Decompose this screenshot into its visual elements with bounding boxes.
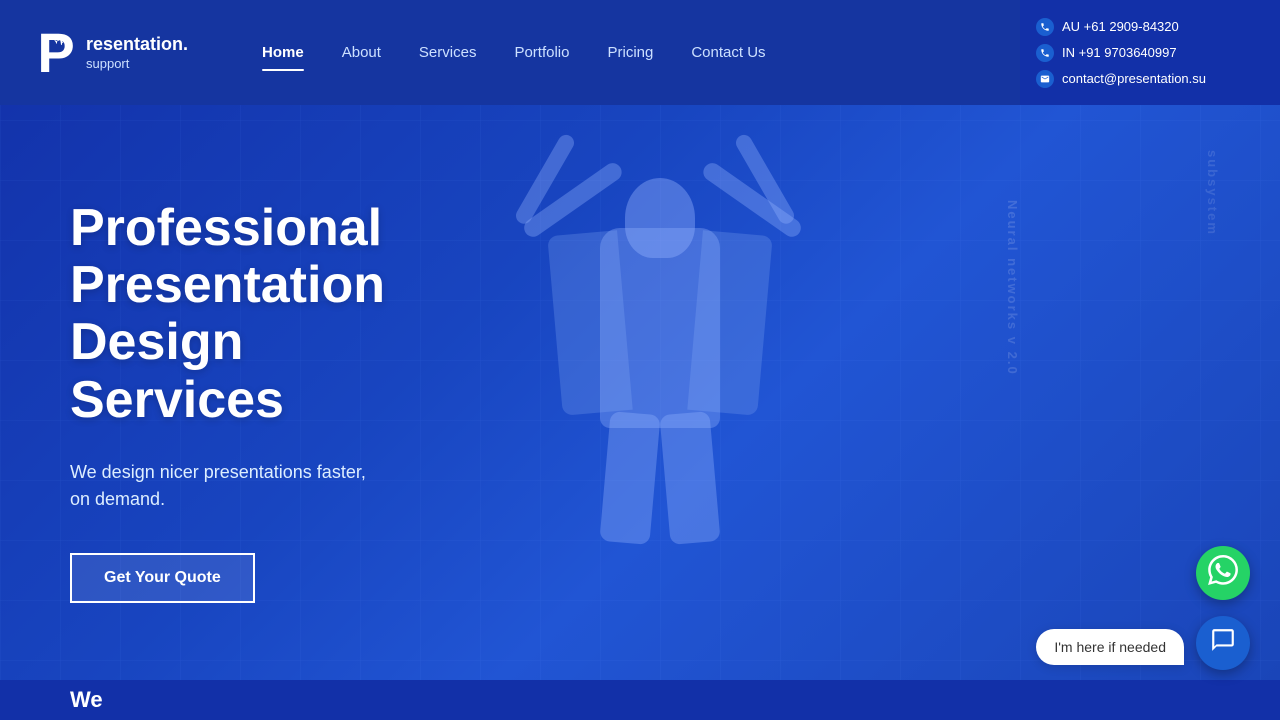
logo-sub: support	[86, 56, 188, 72]
logo-name: Presentationresentation.	[86, 34, 188, 56]
email-text: contact@presentation.su	[1062, 71, 1206, 86]
logo[interactable]: P ✈ Presentationresentation. support	[30, 22, 188, 84]
chat-bubble: I'm here if needed	[1036, 629, 1184, 665]
main-nav: Home About Services Portfolio Pricing Co…	[248, 36, 780, 69]
chat-agent-button[interactable]	[1196, 616, 1250, 670]
header: P ✈ Presentationresentation. support Hom…	[0, 0, 1020, 105]
contact-bar: AU +61 2909-84320 IN +91 9703640997 cont…	[1020, 0, 1280, 105]
au-phone-item[interactable]: AU +61 2909-84320	[1036, 18, 1264, 36]
phone-icon-in	[1036, 44, 1054, 62]
chat-agent-icon	[1210, 627, 1236, 659]
whatsapp-button[interactable]	[1196, 546, 1250, 600]
nav-item-portfolio[interactable]: Portfolio	[500, 36, 583, 69]
email-item[interactable]: contact@presentation.su	[1036, 70, 1264, 88]
in-phone-item[interactable]: IN +91 9703640997	[1036, 44, 1264, 62]
get-quote-button[interactable]: Get Your Quote	[70, 553, 255, 603]
hero-content: Professional Presentation Design Service…	[70, 200, 385, 603]
nav-item-home[interactable]: Home	[248, 36, 318, 69]
au-phone-text: AU +61 2909-84320	[1062, 19, 1179, 34]
email-icon	[1036, 70, 1054, 88]
nav-item-contact[interactable]: Contact Us	[677, 36, 779, 69]
phone-icon-au	[1036, 18, 1054, 36]
logo-icon: P ✈	[30, 22, 82, 84]
hero-title: Professional Presentation Design Service…	[70, 200, 385, 429]
hero-figure	[380, 105, 1080, 680]
hero-subtitle: We design nicer presentations faster, on…	[70, 459, 385, 513]
logo-text: Presentationresentation. support	[86, 34, 188, 71]
nav-item-about[interactable]: About	[328, 36, 395, 69]
chat-bubble-text: I'm here if needed	[1054, 639, 1166, 655]
vertical-text-2: subsystem	[1205, 150, 1220, 236]
nav-item-services[interactable]: Services	[405, 36, 491, 69]
bottom-teaser: We	[70, 687, 103, 713]
bottom-bar: We	[0, 680, 1280, 720]
whatsapp-icon	[1208, 555, 1238, 592]
in-phone-text: IN +91 9703640997	[1062, 45, 1177, 60]
nav-item-pricing[interactable]: Pricing	[593, 36, 667, 69]
